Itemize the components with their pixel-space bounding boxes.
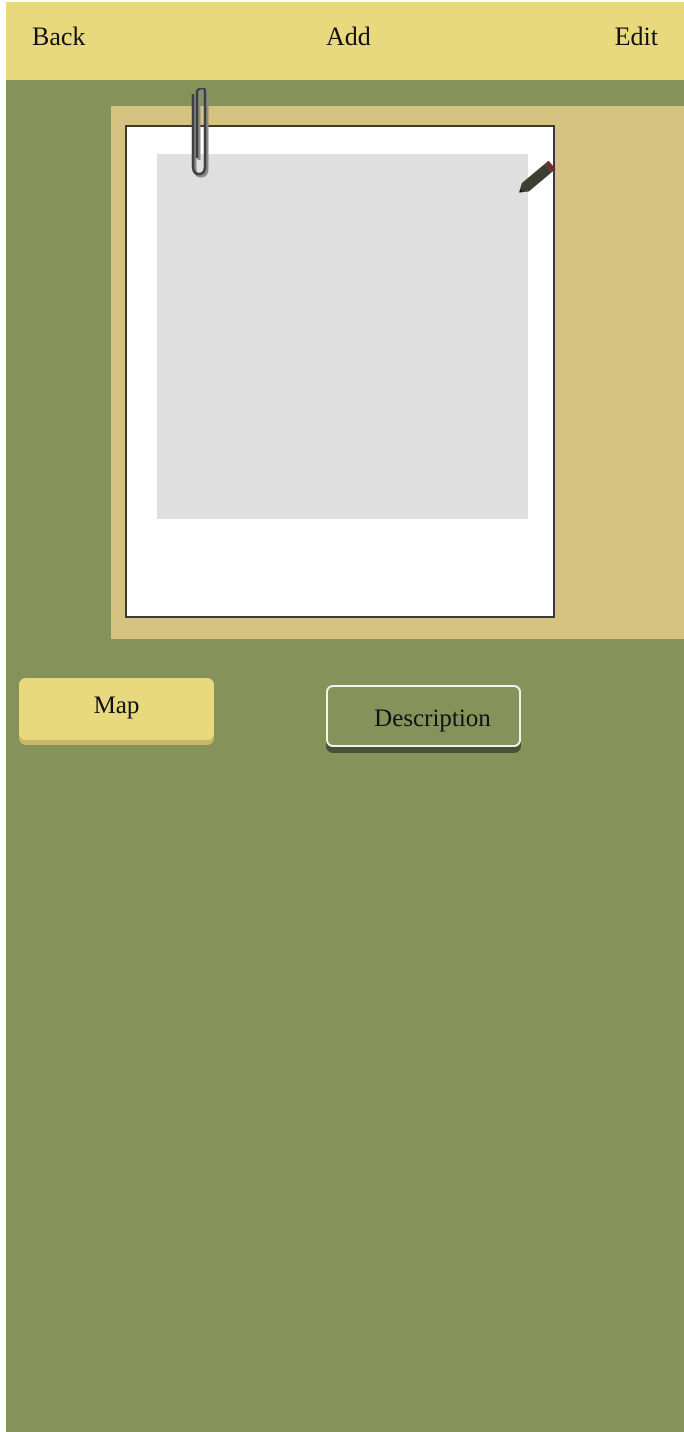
- edit-button[interactable]: Edit: [615, 21, 658, 53]
- map-tab[interactable]: Map: [19, 678, 214, 740]
- add-button[interactable]: Add: [326, 21, 371, 53]
- navigation-bar: Back Add Edit: [6, 2, 684, 80]
- polaroid-frame: [125, 125, 555, 618]
- back-button[interactable]: Back: [32, 21, 85, 53]
- photo-board: [111, 106, 684, 639]
- description-tab[interactable]: Description: [326, 685, 521, 747]
- map-tab-label: Map: [93, 692, 140, 719]
- app-screen: Back Add Edit Map Description: [6, 2, 684, 1432]
- pencil-icon[interactable]: [515, 156, 561, 196]
- paperclip-icon: [191, 88, 209, 178]
- photo-placeholder[interactable]: [157, 154, 528, 519]
- description-tab-label: Description: [374, 705, 491, 732]
